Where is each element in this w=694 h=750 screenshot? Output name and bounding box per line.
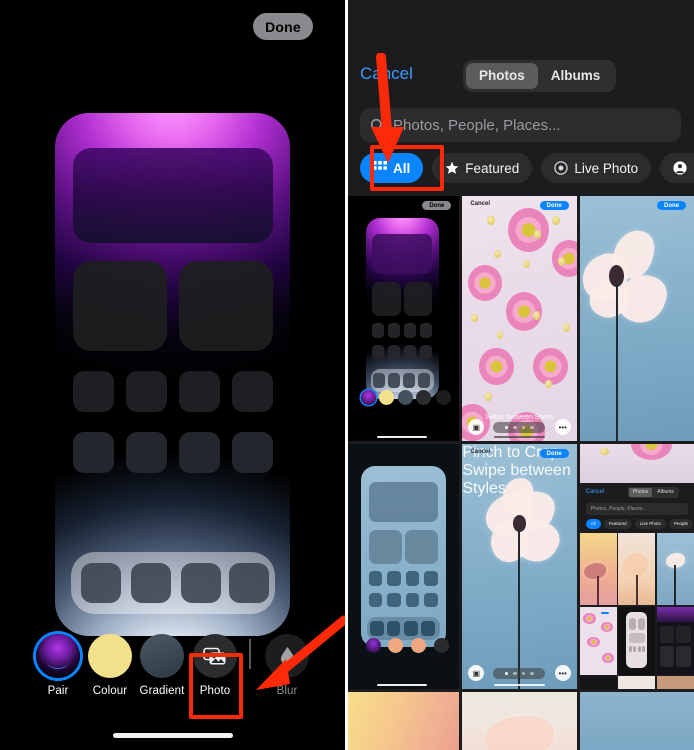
tab-albums[interactable]: Albums xyxy=(538,63,614,89)
photo-grid: Done Cancel Done Swipe between Styles ▣ … xyxy=(345,196,694,750)
preview-widget-left xyxy=(73,261,167,351)
filter-label-featured: Featured xyxy=(465,160,520,176)
preview-app-icon xyxy=(126,371,167,412)
nested-picker: Cancel Photos Albums Photos, People, Pla… xyxy=(579,483,694,689)
photo-thumbnail[interactable]: Done xyxy=(579,196,694,441)
home-indicator xyxy=(113,733,233,738)
preview-dock xyxy=(71,552,275,614)
wallpaper-preview[interactable] xyxy=(55,113,290,636)
segmented-control[interactable]: Photos Albums xyxy=(463,60,617,92)
preview-app-icon xyxy=(73,432,114,473)
preview-app-icon xyxy=(232,432,273,473)
thumb-done-badge: Done xyxy=(539,449,569,458)
thumb-style-bar xyxy=(345,388,459,434)
preview-app-icon xyxy=(73,371,114,412)
wallpaper-editor-panel: Done Pair Colour Gradient Photo Blur xyxy=(0,0,349,750)
thumb-mini-phone xyxy=(361,466,446,648)
thumb-photo-button: ▣ xyxy=(468,665,485,681)
preview-app-icon xyxy=(179,432,220,473)
pair-swatch xyxy=(36,634,80,678)
photo-thumbnail[interactable]: Done xyxy=(345,196,460,441)
photo-thumbnail[interactable] xyxy=(579,692,694,750)
filter-label-live-photo: Live Photo xyxy=(574,160,639,176)
thumb-more-button: ••• xyxy=(554,665,571,681)
done-button[interactable]: Done xyxy=(253,13,313,40)
person-icon xyxy=(673,161,687,175)
thumb-more-button: ••• xyxy=(554,419,571,435)
thumb-page-dots xyxy=(493,422,546,433)
panel-divider xyxy=(345,0,348,750)
photo-thumbnail[interactable] xyxy=(345,692,460,750)
dock-icon xyxy=(181,563,221,603)
tab-photos[interactable]: Photos xyxy=(466,63,538,89)
nested-cancel: Cancel xyxy=(585,489,605,496)
thumb-done-badge: Done xyxy=(422,201,452,210)
thumb-page-dots xyxy=(493,668,546,679)
nested-grid xyxy=(579,533,694,689)
dock-icon xyxy=(229,563,269,603)
annotation-arrow-to-photo-button xyxy=(256,615,349,690)
preview-widget-right xyxy=(179,261,273,351)
thumb-done-badge: Done xyxy=(539,201,569,210)
photo-thumbnail[interactable] xyxy=(462,692,577,750)
nested-search: Photos, People, Places... xyxy=(585,503,688,516)
preview-app-icon xyxy=(232,371,273,412)
dock-icon xyxy=(131,563,171,603)
thumb-cancel-badge: Cancel xyxy=(470,201,491,207)
thumb-cancel-badge: Cancel xyxy=(470,449,491,455)
photo-thumbnail[interactable]: Cancel Done Pinch to Crop Swipe between … xyxy=(462,444,577,689)
nested-filters: All Featured Live Photo People xyxy=(585,519,694,530)
thumb-done-badge: Done xyxy=(657,201,686,210)
screenshot-root: Done Pair Colour Gradient Photo Blur Can… xyxy=(0,0,694,750)
filter-chip-live-photo[interactable]: Live Photo xyxy=(541,153,652,183)
thumb-mini-phone xyxy=(365,218,439,400)
star-icon xyxy=(445,161,459,174)
photo-thumbnail[interactable]: Cancel Done Swipe between Styles ▣ ••• xyxy=(462,196,577,441)
preview-app-icon xyxy=(179,371,220,412)
annotation-box-all-filter xyxy=(370,145,444,191)
preview-widget-large xyxy=(73,148,273,243)
nested-segmented: Photos Albums xyxy=(627,487,679,499)
filter-chip-featured[interactable]: Featured xyxy=(432,153,533,183)
picker-header: Cancel Photos Albums Photos, People, Pla… xyxy=(345,52,694,207)
filter-chip-people[interactable]: People xyxy=(660,153,694,183)
colour-swatch xyxy=(88,634,132,678)
photo-thumbnail[interactable]: Cancel Photos Albums Photos, People, Pla… xyxy=(579,444,694,689)
preview-app-icon xyxy=(126,432,167,473)
filter-chip-all[interactable]: All xyxy=(360,53,444,191)
photo-picker-panel: Cancel Photos Albums Photos, People, Pla… xyxy=(345,0,694,750)
gradient-swatch xyxy=(140,634,184,678)
dock-icon xyxy=(81,563,121,603)
photo-thumbnail[interactable] xyxy=(345,444,460,689)
filter-chip-row: All Featured Live Photo xyxy=(360,53,694,191)
live-photo-icon xyxy=(554,161,569,175)
